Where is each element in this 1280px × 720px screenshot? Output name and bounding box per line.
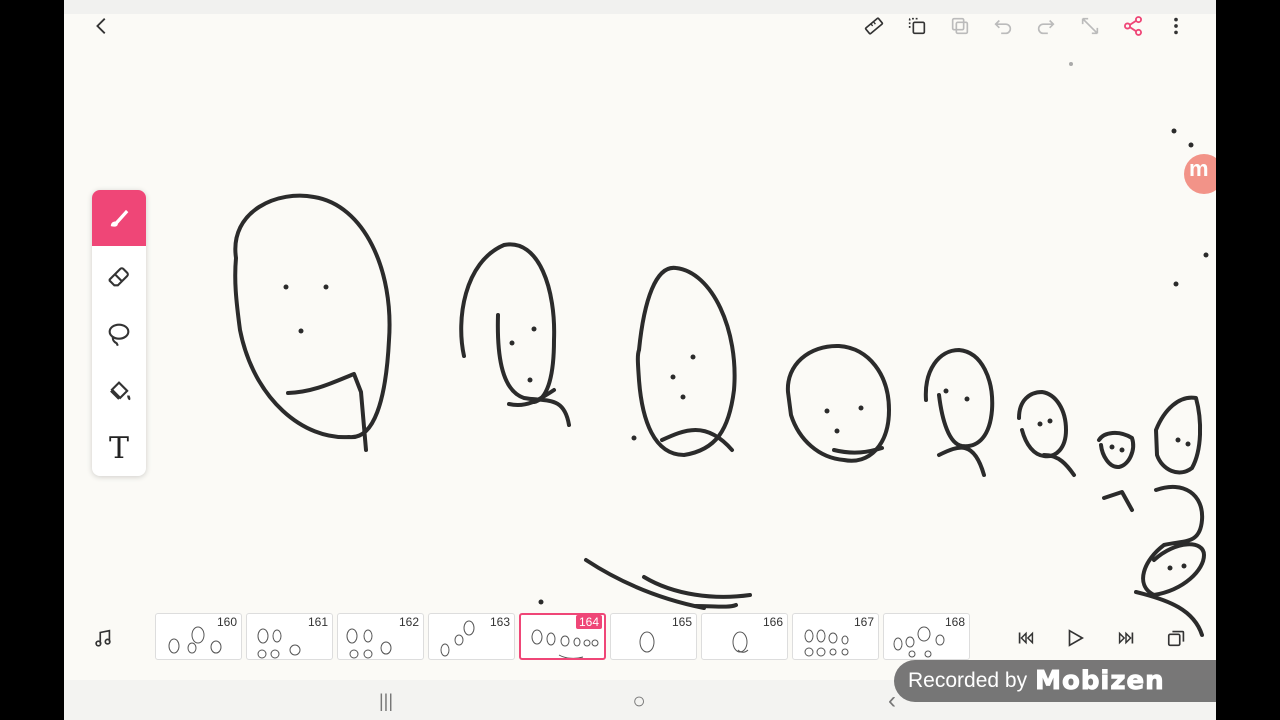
frame-thumbnail[interactable]: 165 [610, 613, 697, 660]
frame-number: 166 [762, 615, 783, 629]
frame-number: 168 [944, 615, 965, 629]
frame-number: 165 [671, 615, 692, 629]
frame-thumbnail[interactable]: 162 [337, 613, 424, 660]
sketch-head-1 [233, 193, 392, 440]
frame-number: 161 [307, 615, 328, 629]
ruler-icon[interactable] [860, 12, 888, 40]
eraser-icon [108, 267, 129, 287]
sketch-head-4 [785, 343, 891, 463]
watermark-logo: Mobizen [1035, 666, 1165, 697]
undo-icon[interactable] [989, 12, 1017, 40]
frame-thumbnail[interactable]: 161 [246, 613, 333, 660]
layers-icon[interactable] [946, 12, 974, 40]
back-icon[interactable] [88, 12, 116, 40]
play-icon[interactable] [1060, 623, 1090, 653]
brush-icon [110, 209, 129, 227]
sketch-head-7 [1097, 431, 1136, 469]
home-button[interactable]: ○ [624, 688, 654, 714]
frame-thumbnail-active[interactable]: 164 [519, 613, 606, 660]
sketch-face-2 [495, 313, 571, 427]
frame-number: 160 [216, 615, 237, 629]
tool-panel: T [92, 190, 146, 476]
recent-apps-button[interactable]: ||| [371, 688, 401, 714]
fill-bucket-icon [110, 381, 131, 401]
frame-number: 163 [489, 615, 510, 629]
share-icon[interactable] [1119, 12, 1147, 40]
frame-thumbnail[interactable]: 167 [792, 613, 879, 660]
sketch-head-6 [1017, 390, 1068, 459]
brush-tool[interactable] [92, 190, 146, 246]
frames-icon[interactable] [1162, 623, 1192, 653]
sketch-head-2 [459, 242, 557, 404]
redo-icon[interactable] [1032, 12, 1060, 40]
text-tool[interactable]: T [92, 420, 146, 476]
frame-number: 162 [398, 615, 419, 629]
frame-thumbnail[interactable]: 168 [883, 613, 970, 660]
expand-icon[interactable] [1076, 12, 1104, 40]
frame-number: 167 [853, 615, 874, 629]
duplicate-icon[interactable] [903, 12, 931, 40]
recorder-watermark: Recorded by Mobizen [894, 660, 1216, 702]
sketch-head-3 [635, 265, 737, 457]
more-icon[interactable] [1162, 12, 1190, 40]
app-screen: m T 160 161 162 163 164 165 166 167 168 … [64, 0, 1216, 720]
lasso-icon [108, 323, 130, 347]
frame-number: 164 [575, 615, 602, 629]
lasso-tool[interactable] [92, 306, 146, 362]
recording-badge: m [1184, 154, 1216, 194]
skip-end-icon[interactable] [1111, 623, 1141, 653]
skip-start-icon[interactable] [1011, 623, 1041, 653]
frame-thumbnail[interactable]: 160 [155, 613, 242, 660]
music-icon[interactable] [88, 623, 118, 653]
eraser-tool[interactable] [92, 248, 146, 304]
frame-thumbnail[interactable]: 166 [701, 613, 788, 660]
sketch-sweep [584, 558, 706, 610]
frame-thumbnail[interactable]: 163 [428, 613, 515, 660]
sketch-head-5 [923, 348, 995, 449]
sketch-curl [1141, 484, 1206, 597]
fill-tool[interactable] [92, 364, 146, 420]
text-tool-label: T [108, 430, 129, 466]
recording-badge-letter: m [1189, 156, 1209, 181]
watermark-text: Recorded by [908, 669, 1028, 692]
sketch-head-8 [1154, 395, 1203, 475]
